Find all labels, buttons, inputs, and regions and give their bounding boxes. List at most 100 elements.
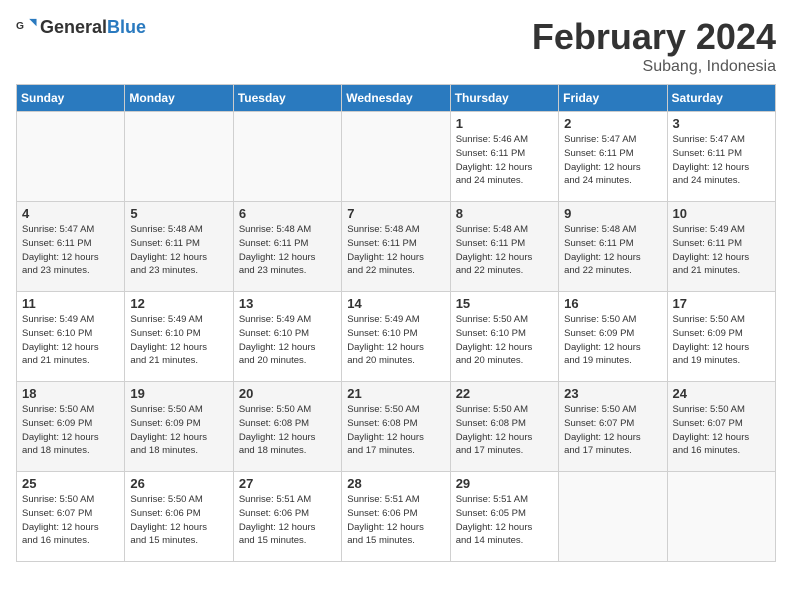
day-info: Sunrise: 5:51 AM Sunset: 6:06 PM Dayligh…	[239, 493, 336, 548]
column-header-tuesday: Tuesday	[233, 85, 341, 112]
calendar-cell	[559, 472, 667, 562]
calendar-cell: 8 Sunrise: 5:48 AM Sunset: 6:11 PM Daylig…	[450, 202, 558, 292]
day-info: Sunrise: 5:48 AM Sunset: 6:11 PM Dayligh…	[456, 223, 553, 278]
calendar-cell	[342, 112, 450, 202]
calendar-cell: 27 Sunrise: 5:51 AM Sunset: 6:06 PM Dayli…	[233, 472, 341, 562]
calendar-week-row: 18 Sunrise: 5:50 AM Sunset: 6:09 PM Dayli…	[17, 382, 776, 472]
calendar-cell: 15Sunrise: 5:50 AM Sunset: 6:10 PM Dayli…	[450, 292, 558, 382]
calendar-cell: 12Sunrise: 5:49 AM Sunset: 6:10 PM Dayli…	[125, 292, 233, 382]
day-info: Sunrise: 5:49 AM Sunset: 6:10 PM Dayligh…	[239, 313, 336, 368]
calendar-cell: 20 Sunrise: 5:50 AM Sunset: 6:08 PM Dayli…	[233, 382, 341, 472]
day-number: 14	[347, 296, 444, 311]
day-info: Sunrise: 5:48 AM Sunset: 6:11 PM Dayligh…	[347, 223, 444, 278]
calendar-cell: 1Sunrise: 5:46 AM Sunset: 6:11 PM Daylig…	[450, 112, 558, 202]
svg-text:G: G	[16, 21, 24, 32]
day-number: 10	[673, 206, 770, 221]
calendar-week-row: 1Sunrise: 5:46 AM Sunset: 6:11 PM Daylig…	[17, 112, 776, 202]
day-info: Sunrise: 5:50 AM Sunset: 6:06 PM Dayligh…	[130, 493, 227, 548]
day-number: 22	[456, 386, 553, 401]
day-number: 20	[239, 386, 336, 401]
calendar-cell: 13 Sunrise: 5:49 AM Sunset: 6:10 PM Dayli…	[233, 292, 341, 382]
calendar-cell: 24 Sunrise: 5:50 AM Sunset: 6:07 PM Dayli…	[667, 382, 775, 472]
day-number: 21	[347, 386, 444, 401]
day-info: Sunrise: 5:48 AM Sunset: 6:11 PM Dayligh…	[239, 223, 336, 278]
day-info: Sunrise: 5:50 AM Sunset: 6:07 PM Dayligh…	[564, 403, 661, 458]
logo-icon: G	[16, 16, 38, 38]
calendar-cell: 18Sunrise: 5:50 AM Sunset: 6:09 PM Dayli…	[17, 382, 125, 472]
day-info: Sunrise: 5:50 AM Sunset: 6:08 PM Dayligh…	[456, 403, 553, 458]
title-area: February 2024 Subang, Indonesia	[532, 16, 776, 76]
calendar-week-row: 11 Sunrise: 5:49 AM Sunset: 6:10 PM Dayli…	[17, 292, 776, 382]
day-info: Sunrise: 5:48 AM Sunset: 6:11 PM Dayligh…	[564, 223, 661, 278]
column-header-monday: Monday	[125, 85, 233, 112]
day-number: 8	[456, 206, 553, 221]
calendar-cell: 17 Sunrise: 5:50 AM Sunset: 6:09 PM Dayli…	[667, 292, 775, 382]
day-info: Sunrise: 5:50 AM Sunset: 6:07 PM Dayligh…	[673, 403, 770, 458]
calendar-week-row: 4 Sunrise: 5:47 AM Sunset: 6:11 PM Daylig…	[17, 202, 776, 292]
day-info: Sunrise: 5:50 AM Sunset: 6:08 PM Dayligh…	[239, 403, 336, 458]
day-info: Sunrise: 5:50 AM Sunset: 6:09 PM Dayligh…	[130, 403, 227, 458]
day-number: 27	[239, 476, 336, 491]
day-info: Sunrise: 5:50 AM Sunset: 6:08 PM Dayligh…	[347, 403, 444, 458]
month-title: February 2024	[532, 16, 776, 58]
location-subtitle: Subang, Indonesia	[532, 58, 776, 76]
calendar-cell: 28Sunrise: 5:51 AM Sunset: 6:06 PM Dayli…	[342, 472, 450, 562]
calendar-cell	[17, 112, 125, 202]
day-info: Sunrise: 5:48 AM Sunset: 6:11 PM Dayligh…	[130, 223, 227, 278]
column-header-sunday: Sunday	[17, 85, 125, 112]
column-header-wednesday: Wednesday	[342, 85, 450, 112]
calendar-cell: 9Sunrise: 5:48 AM Sunset: 6:11 PM Daylig…	[559, 202, 667, 292]
day-info: Sunrise: 5:47 AM Sunset: 6:11 PM Dayligh…	[564, 133, 661, 188]
calendar-cell: 3 Sunrise: 5:47 AM Sunset: 6:11 PM Daylig…	[667, 112, 775, 202]
calendar-cell: 4 Sunrise: 5:47 AM Sunset: 6:11 PM Daylig…	[17, 202, 125, 292]
calendar-cell: 7Sunrise: 5:48 AM Sunset: 6:11 PM Daylig…	[342, 202, 450, 292]
day-info: Sunrise: 5:47 AM Sunset: 6:11 PM Dayligh…	[22, 223, 119, 278]
day-number: 28	[347, 476, 444, 491]
day-info: Sunrise: 5:50 AM Sunset: 6:09 PM Dayligh…	[564, 313, 661, 368]
day-number: 1	[456, 116, 553, 131]
day-number: 26	[130, 476, 227, 491]
day-number: 18	[22, 386, 119, 401]
calendar-cell: 29 Sunrise: 5:51 AM Sunset: 6:05 PM Dayli…	[450, 472, 558, 562]
day-number: 4	[22, 206, 119, 221]
calendar-cell	[667, 472, 775, 562]
calendar-cell: 19 Sunrise: 5:50 AM Sunset: 6:09 PM Dayli…	[125, 382, 233, 472]
calendar-cell: 10 Sunrise: 5:49 AM Sunset: 6:11 PM Dayli…	[667, 202, 775, 292]
column-header-friday: Friday	[559, 85, 667, 112]
day-number: 11	[22, 296, 119, 311]
calendar-header-row: SundayMondayTuesdayWednesdayThursdayFrid…	[17, 85, 776, 112]
day-info: Sunrise: 5:49 AM Sunset: 6:10 PM Dayligh…	[22, 313, 119, 368]
calendar-cell: 11 Sunrise: 5:49 AM Sunset: 6:10 PM Dayli…	[17, 292, 125, 382]
day-number: 2	[564, 116, 661, 131]
calendar-week-row: 25 Sunrise: 5:50 AM Sunset: 6:07 PM Dayli…	[17, 472, 776, 562]
day-number: 29	[456, 476, 553, 491]
calendar-cell: 21 Sunrise: 5:50 AM Sunset: 6:08 PM Dayli…	[342, 382, 450, 472]
day-info: Sunrise: 5:47 AM Sunset: 6:11 PM Dayligh…	[673, 133, 770, 188]
day-number: 6	[239, 206, 336, 221]
day-number: 16	[564, 296, 661, 311]
day-number: 17	[673, 296, 770, 311]
calendar-table: SundayMondayTuesdayWednesdayThursdayFrid…	[16, 84, 776, 562]
calendar-cell	[233, 112, 341, 202]
day-number: 3	[673, 116, 770, 131]
day-info: Sunrise: 5:51 AM Sunset: 6:05 PM Dayligh…	[456, 493, 553, 548]
calendar-cell: 5Sunrise: 5:48 AM Sunset: 6:11 PM Daylig…	[125, 202, 233, 292]
logo-blue: Blue	[107, 17, 146, 37]
day-info: Sunrise: 5:49 AM Sunset: 6:11 PM Dayligh…	[673, 223, 770, 278]
calendar-cell: 14 Sunrise: 5:49 AM Sunset: 6:10 PM Dayli…	[342, 292, 450, 382]
column-header-thursday: Thursday	[450, 85, 558, 112]
calendar-cell: 26 Sunrise: 5:50 AM Sunset: 6:06 PM Dayli…	[125, 472, 233, 562]
calendar-cell: 25 Sunrise: 5:50 AM Sunset: 6:07 PM Dayli…	[17, 472, 125, 562]
logo: G GeneralBlue	[16, 16, 146, 38]
day-number: 24	[673, 386, 770, 401]
day-info: Sunrise: 5:50 AM Sunset: 6:07 PM Dayligh…	[22, 493, 119, 548]
calendar-cell: 2 Sunrise: 5:47 AM Sunset: 6:11 PM Daylig…	[559, 112, 667, 202]
day-number: 19	[130, 386, 227, 401]
day-info: Sunrise: 5:50 AM Sunset: 6:09 PM Dayligh…	[673, 313, 770, 368]
day-number: 23	[564, 386, 661, 401]
day-info: Sunrise: 5:50 AM Sunset: 6:10 PM Dayligh…	[456, 313, 553, 368]
day-number: 13	[239, 296, 336, 311]
logo-general: General	[40, 17, 107, 37]
day-number: 25	[22, 476, 119, 491]
day-info: Sunrise: 5:49 AM Sunset: 6:10 PM Dayligh…	[347, 313, 444, 368]
